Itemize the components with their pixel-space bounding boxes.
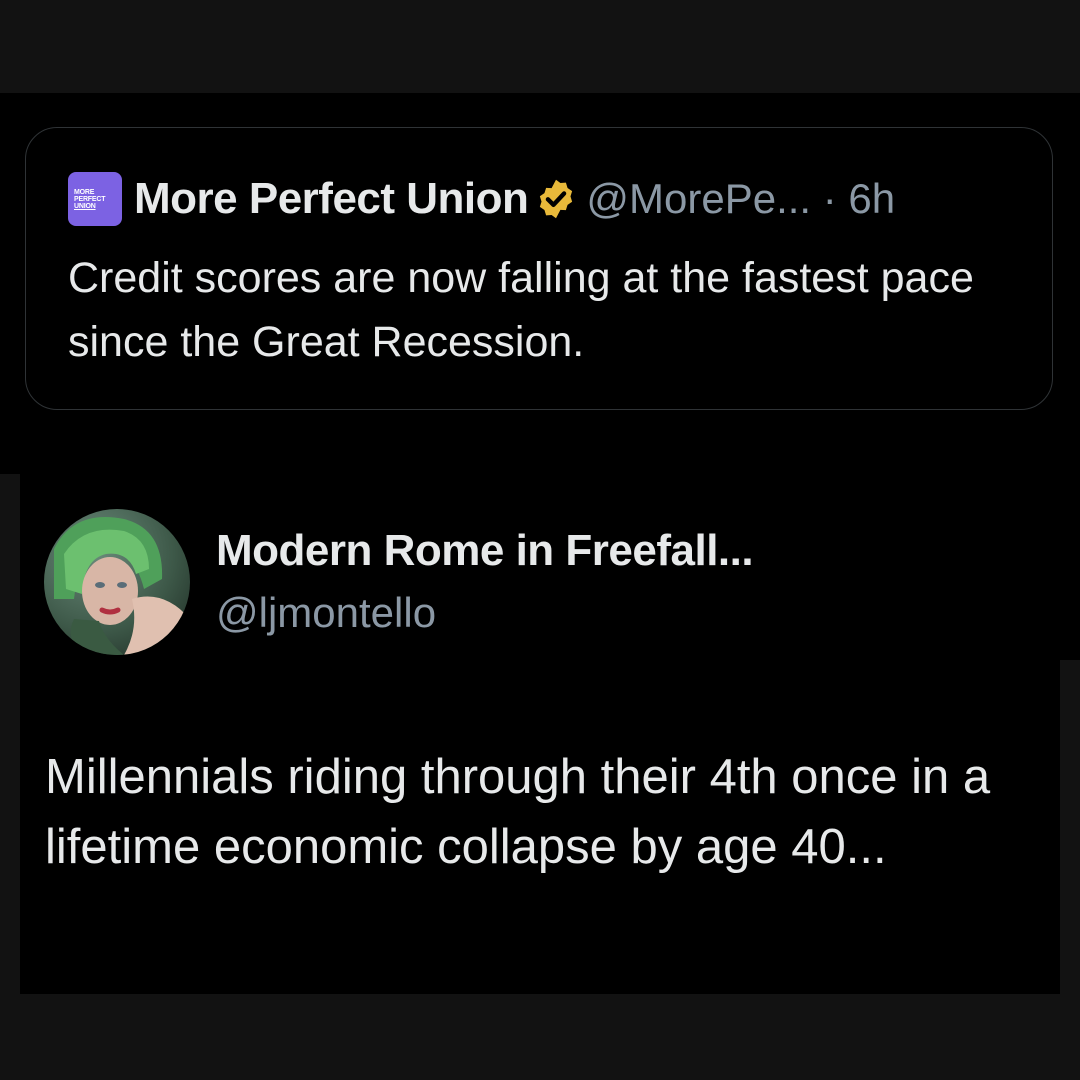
verified-badge-icon[interactable]: [534, 177, 578, 221]
tweet-text: Millennials riding through their 4th onc…: [45, 750, 991, 874]
logo-line-1: MORE: [74, 188, 95, 196]
logo-line-3: UNION: [74, 202, 96, 210]
screenshot-frame: MORE PERFECT UNION More Perfect Union @M…: [0, 0, 1080, 1080]
profile-photo-image: [44, 509, 190, 655]
quoted-tweet-card[interactable]: MORE PERFECT UNION More Perfect Union @M…: [25, 127, 1053, 410]
tweet-author-row: Modern Rome in Freefall... @ljmontello: [44, 509, 754, 655]
quoted-tweet-handle-time[interactable]: @MorePe... · 6h: [586, 175, 895, 223]
logo-line-2: PERFECT: [74, 195, 106, 203]
quoted-tweet-text: Credit scores are now falling at the fas…: [68, 254, 974, 366]
tweet-handle[interactable]: @ljmontello: [216, 585, 753, 641]
more-perfect-union-logo[interactable]: MORE PERFECT UNION: [68, 172, 122, 226]
quoted-tweet-header: MORE PERFECT UNION More Perfect Union @M…: [68, 172, 895, 226]
tweet-display-name[interactable]: Modern Rome in Freefall...: [216, 523, 754, 579]
avatar[interactable]: [44, 509, 190, 655]
tweet-panel-notch: [1060, 474, 1080, 660]
tweet-author-meta: Modern Rome in Freefall... @ljmontello: [216, 523, 754, 641]
quoted-tweet-display-name[interactable]: More Perfect Union: [134, 174, 529, 224]
